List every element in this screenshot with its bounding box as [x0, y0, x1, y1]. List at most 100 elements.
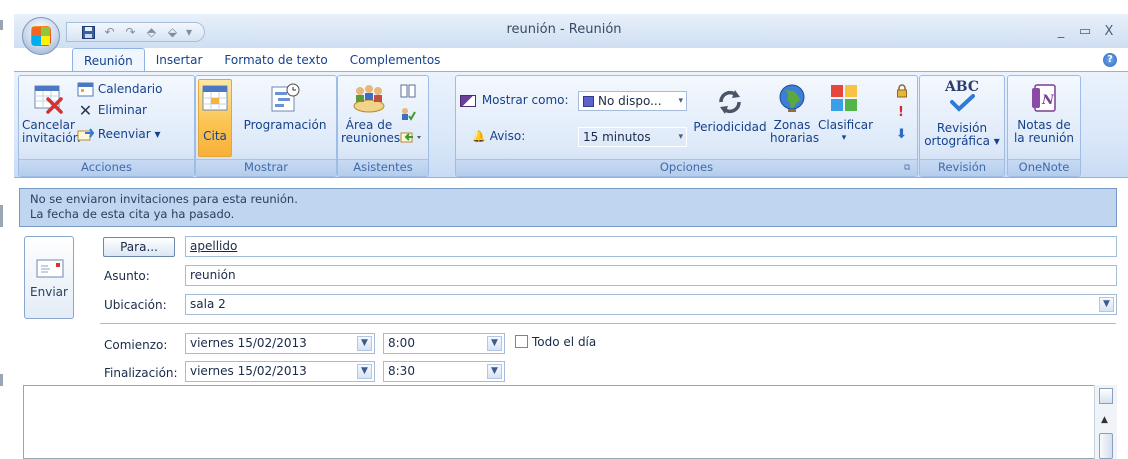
group-mostrar: Cita Programación Mostrar	[195, 75, 337, 177]
area-de-reuniones-button[interactable]: Área de reuniones	[341, 82, 401, 145]
revision-ortografica-button[interactable]: ABC Revisión ortográfica ▾	[922, 80, 1002, 148]
cancelar-invitacion-button[interactable]: Cancelar invitación	[22, 82, 81, 145]
clasificar-dropdown-arrow: ▾	[841, 133, 847, 143]
customize-icon[interactable]: ▾	[184, 24, 194, 41]
info-line-1: No se enviaron invitaciones para esta re…	[30, 192, 298, 206]
private-button[interactable]	[895, 84, 909, 101]
recurrence-icon	[719, 90, 741, 114]
dialog-launcher-icon[interactable]: ⧉	[904, 162, 910, 175]
info-line-2: La fecha de esta cita ya ha pasado.	[30, 207, 235, 221]
reenviar-button[interactable]: Reenviar ▾	[77, 127, 161, 142]
group-label-revision: Revisión	[920, 159, 1004, 176]
programacion-button[interactable]: Programación	[235, 82, 335, 132]
clasificar-button[interactable]: Clasificar ▾	[818, 82, 874, 145]
quick-access-toolbar: ↶ ↷ ⬘ ⬙ ▾	[66, 22, 205, 42]
tab-insertar[interactable]: Insertar	[145, 48, 214, 72]
lock-icon	[897, 84, 907, 98]
ubicacion-field[interactable]: sala 2 ▼	[185, 294, 1117, 315]
tab-formato-de-texto[interactable]: Formato de texto	[213, 48, 338, 72]
group-label-asistentes: Asistentes	[338, 159, 428, 176]
ruler-toggle-icon[interactable]	[1099, 388, 1113, 404]
undo-icon[interactable]: ↶	[100, 24, 119, 41]
notas-de-la-reunion-button[interactable]: N Notas de la reunión	[1010, 82, 1078, 145]
todo-el-dia-checkbox[interactable]	[515, 335, 528, 348]
chevron-down-icon[interactable]: ▼	[487, 364, 502, 379]
para-field[interactable]: apellido	[185, 236, 1117, 257]
zonas-label-2: horarias	[770, 131, 820, 145]
envelope-icon	[36, 259, 64, 278]
finalizacion-label: Finalización:	[104, 366, 178, 380]
ribbon: Cancelar invitación Calendario ✕ Elimina…	[14, 71, 1128, 178]
tab-reunion[interactable]: Reunión	[72, 48, 145, 73]
calendario-label: Calendario	[97, 82, 163, 96]
para-button[interactable]: Para...	[103, 237, 175, 257]
aviso-label: 🔔 Aviso:	[472, 129, 526, 144]
fin-hora-field[interactable]: 8:30 ▼	[383, 361, 505, 382]
calendario-button[interactable]: Calendario	[77, 82, 162, 97]
comienzo-label: Comienzo:	[104, 338, 168, 352]
clasificar-label: Clasificar	[818, 118, 874, 132]
tab-complementos[interactable]: Complementos	[339, 48, 452, 72]
response-options-button[interactable]	[400, 130, 424, 147]
save-icon[interactable]	[79, 24, 98, 41]
zonas-horarias-button[interactable]: Zonas horarias	[770, 82, 820, 145]
group-label-acciones: Acciones	[19, 159, 194, 176]
periodicidad-label: Periodicidad	[693, 120, 767, 134]
fin-fecha-field[interactable]: viernes 15/02/2013 ▼	[185, 361, 375, 382]
redo-icon[interactable]: ↷	[121, 24, 140, 41]
low-importance-button[interactable]: ⬇	[896, 128, 907, 141]
aviso-dropdown[interactable]: 15 minutos ▾	[578, 127, 687, 147]
group-label-opciones: Opciones	[456, 159, 917, 176]
chevron-down-icon[interactable]: ▼	[357, 336, 372, 351]
comienzo-hora-field[interactable]: 8:00 ▼	[383, 333, 505, 354]
group-acciones: Cancelar invitación Calendario ✕ Elimina…	[18, 75, 195, 177]
group-label-onenote: OneNote	[1008, 159, 1080, 176]
message-body[interactable]	[23, 385, 1117, 459]
office-button[interactable]	[22, 17, 60, 55]
meeting-area-icon	[353, 85, 385, 113]
high-importance-button[interactable]: !	[898, 106, 904, 119]
up-icon[interactable]: ⬘	[142, 24, 161, 41]
chevron-down-icon[interactable]: ▼	[487, 336, 502, 351]
meeting-window: reunión - Reunión _ ▭ X ↶ ↷ ⬘ ⬙ ▾ Reunió…	[0, 0, 1128, 459]
cita-button[interactable]: Cita	[198, 79, 232, 157]
group-asistentes: Área de reuniones Asistentes	[337, 75, 429, 177]
asunto-label: Asunto:	[104, 269, 150, 283]
mostrar-como-label: Mostrar como:	[460, 94, 569, 107]
send-button[interactable]: Enviar	[24, 236, 74, 319]
maximize-button[interactable]: ▭	[1074, 24, 1096, 39]
down-icon[interactable]: ⬙	[163, 24, 182, 41]
cita-label: Cita	[203, 129, 227, 143]
asunto-field[interactable]: reunión	[185, 265, 1117, 286]
send-label: Enviar	[30, 285, 68, 299]
comienzo-hora-value: 8:00	[388, 336, 415, 350]
close-button[interactable]: X	[1098, 24, 1120, 39]
periodicidad-button[interactable]: Periodicidad	[692, 85, 768, 134]
minimize-button[interactable]: _	[1050, 24, 1072, 39]
eliminar-button[interactable]: ✕ Eliminar	[77, 101, 147, 120]
revision-label-2: ortográfica ▾	[924, 134, 1000, 148]
bell-icon: 🔔	[472, 130, 486, 143]
check-names-button[interactable]	[400, 107, 416, 124]
address-book-icon	[400, 84, 416, 98]
cancelar-label-2: invitación	[22, 131, 81, 145]
scroll-up-icon[interactable]: ▲	[1101, 415, 1108, 425]
chevron-down-icon[interactable]: ▼	[357, 364, 372, 379]
onenote-label-2: la reunión	[1013, 131, 1075, 145]
ubicacion-label: Ubicación:	[104, 298, 167, 312]
svg-text:N: N	[1041, 93, 1055, 108]
scroll-thumb[interactable]	[1099, 433, 1113, 459]
mostrar-como-dropdown[interactable]: No dispo... ▾	[578, 91, 687, 111]
body-scrollbar[interactable]: ▲	[1094, 385, 1117, 459]
left-edge-mark	[0, 374, 3, 386]
ubicacion-value: sala 2	[190, 297, 226, 311]
help-icon[interactable]: ?	[1103, 53, 1117, 67]
delete-x-icon: ✕	[78, 101, 93, 120]
reenviar-label: Reenviar ▾	[97, 127, 161, 141]
area-label-2: reuniones	[341, 131, 401, 145]
address-book-button[interactable]	[400, 84, 416, 101]
ribbon-tabs: Reunión Insertar Formato de texto Comple…	[72, 48, 452, 73]
comienzo-fecha-field[interactable]: viernes 15/02/2013 ▼	[185, 333, 375, 354]
chevron-down-icon[interactable]: ▼	[1099, 297, 1114, 312]
office-logo-icon	[31, 26, 51, 46]
